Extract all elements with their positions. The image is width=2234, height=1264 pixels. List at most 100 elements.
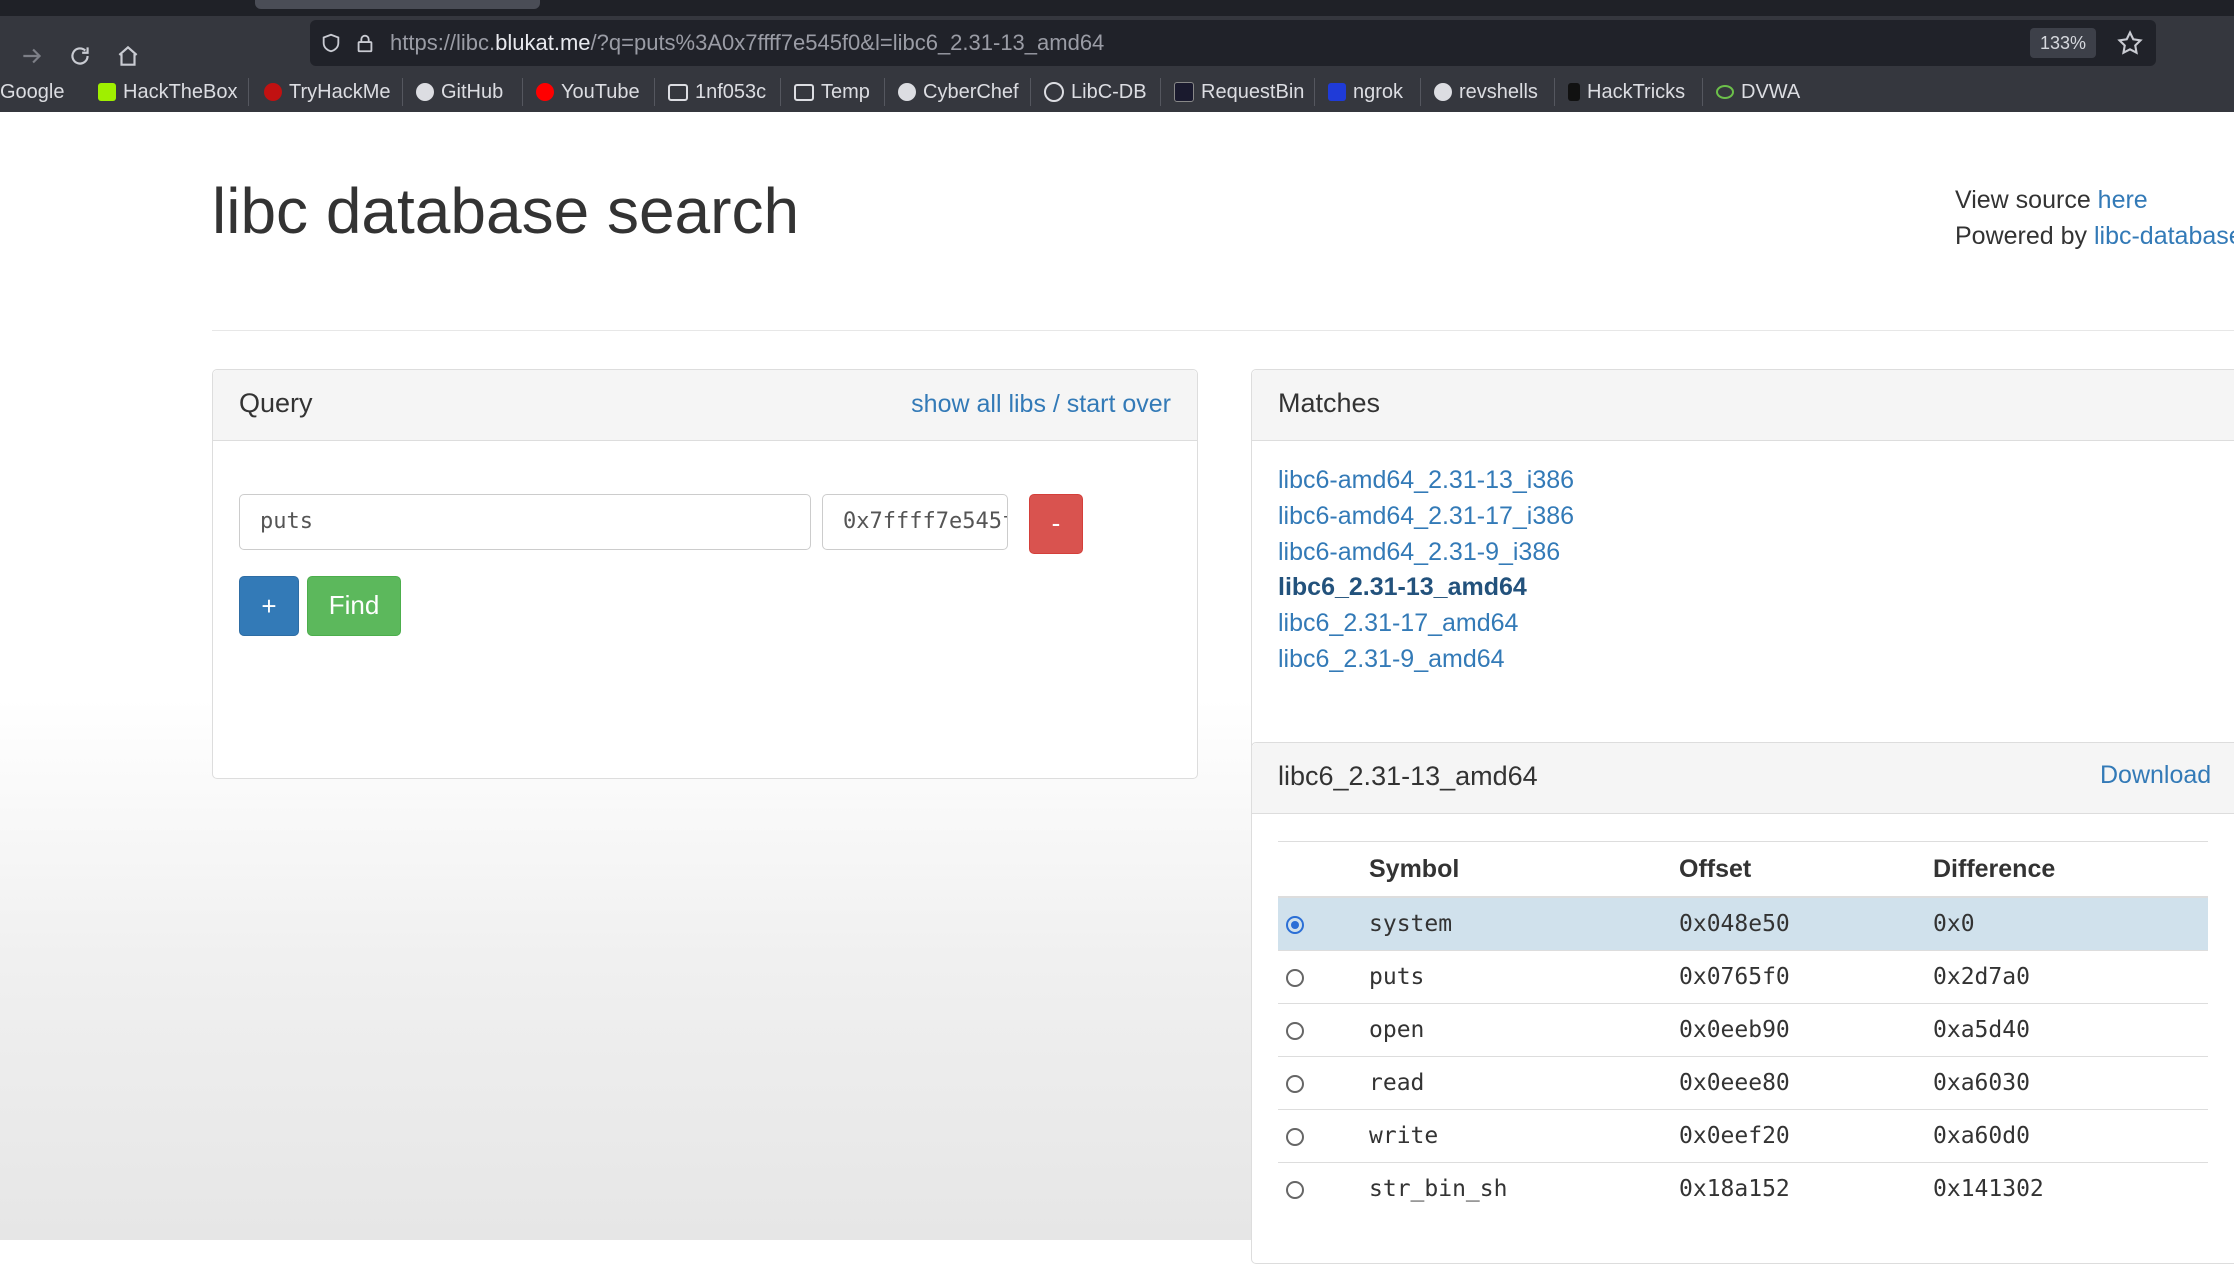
forward-arrow-icon[interactable] (14, 38, 50, 74)
symbol-column-header[interactable]: Symbol (1369, 841, 1679, 898)
row-radio[interactable] (1278, 1003, 1369, 1057)
table-row[interactable]: system 0x048e50 0x0 (1278, 896, 2208, 951)
skull-icon (1434, 83, 1452, 101)
ngrok-icon (1328, 83, 1346, 101)
tryhackme-icon (264, 83, 282, 101)
table-row[interactable]: str_bin_sh 0x18a152 0x141302 (1278, 1162, 2208, 1215)
home-icon[interactable] (110, 38, 146, 74)
find-button[interactable]: Find (307, 576, 401, 636)
remove-row-button[interactable]: - (1029, 494, 1083, 554)
github-icon (416, 83, 434, 101)
bookmark-youtube[interactable]: YouTube (536, 78, 640, 106)
match-link[interactable]: libc6_2.31-9_amd64 (1278, 645, 1505, 674)
separator (1314, 78, 1315, 106)
difference-cell: 0x2d7a0 (1933, 950, 2208, 1004)
bookmark-ngrok[interactable]: ngrok (1328, 78, 1403, 106)
match-link[interactable]: libc6-amd64_2.31-13_i386 (1278, 466, 1574, 495)
bookmark-folder-1nf053c[interactable]: 1nf053c (668, 78, 766, 106)
radio-button[interactable] (1286, 1021, 1304, 1040)
address-input[interactable]: 0x7ffff7e545f0 (822, 494, 1008, 550)
matches-panel-header: Matches (1252, 370, 2234, 441)
difference-cell: 0xa60d0 (1933, 1109, 2208, 1163)
match-link[interactable]: libc6_2.31-17_amd64 (1278, 609, 1518, 638)
row-radio[interactable] (1278, 896, 1369, 951)
bookmark-cyberchef[interactable]: CyberChef (898, 78, 1019, 106)
offset-cell: 0x048e50 (1679, 896, 1933, 951)
download-link[interactable]: Download (2100, 761, 2211, 790)
row-radio[interactable] (1278, 1109, 1369, 1163)
separator (884, 78, 885, 106)
add-row-button[interactable]: + (239, 576, 299, 636)
table-row[interactable]: puts 0x0765f0 0x2d7a0 (1278, 950, 2208, 1004)
view-source-link[interactable]: here (2098, 186, 2148, 214)
query-title: Query (239, 388, 313, 418)
divider (212, 330, 2234, 331)
libc-detail-panel: libc6_2.31-13_amd64 Download Symbol Offs… (1251, 742, 2234, 1264)
shield-icon[interactable] (320, 32, 342, 54)
bookmark-revshells[interactable]: revshells (1434, 78, 1538, 106)
table-row[interactable]: open 0x0eeb90 0xa5d40 (1278, 1003, 2208, 1057)
bookmark-tryhackme[interactable]: TryHackMe (264, 78, 390, 106)
offset-column-header[interactable]: Offset (1679, 841, 1933, 898)
folder-icon (794, 83, 814, 101)
libc-database-link[interactable]: libc-database (2094, 222, 2234, 250)
row-radio[interactable] (1278, 1162, 1369, 1215)
query-actions: show all libs / start over (911, 390, 1171, 419)
dvwa-icon (1716, 85, 1734, 99)
show-all-libs-link[interactable]: show all libs (911, 390, 1046, 418)
separator (1702, 78, 1703, 106)
start-over-link[interactable]: start over (1067, 390, 1171, 418)
radio-button[interactable] (1286, 1127, 1304, 1146)
separator (402, 78, 403, 106)
difference-cell: 0x0 (1933, 896, 2208, 951)
globe-icon (1044, 82, 1064, 102)
symbol-cell: open (1369, 1003, 1679, 1057)
radio-button[interactable] (1286, 915, 1304, 934)
symbol-name-input[interactable]: puts (239, 494, 811, 550)
separator (1030, 78, 1031, 106)
symbol-cell: write (1369, 1109, 1679, 1163)
bookmark-folder-temp[interactable]: Temp (794, 78, 870, 106)
bookmark-google[interactable]: Google (0, 78, 65, 106)
page-content: libc database search View source here Po… (0, 112, 2234, 1264)
table-row[interactable]: write 0x0eef20 0xa60d0 (1278, 1109, 2208, 1163)
active-tab[interactable] (255, 0, 540, 9)
bookmark-github[interactable]: GitHub (416, 78, 503, 106)
row-radio[interactable] (1278, 1056, 1369, 1110)
radio-button[interactable] (1286, 1180, 1304, 1199)
query-panel-header: Query show all libs / start over (213, 370, 1197, 441)
matches-title: Matches (1278, 388, 1381, 418)
folder-icon (668, 83, 688, 101)
separator (248, 78, 249, 106)
bookmark-hacktricks[interactable]: HackTricks (1568, 78, 1685, 106)
bookmarks-bar: Google HackTheBox TryHackMe GitHub YouTu… (0, 72, 2234, 113)
table-row[interactable]: read 0x0eee80 0xa6030 (1278, 1056, 2208, 1110)
table-header-row: Symbol Offset Difference (1278, 841, 2208, 898)
symbol-cell: system (1369, 896, 1679, 951)
bookmark-libc-db[interactable]: LibC-DB (1044, 78, 1147, 106)
symbol-cell: str_bin_sh (1369, 1162, 1679, 1215)
match-link-active[interactable]: libc6_2.31-13_amd64 (1278, 573, 1527, 602)
match-link[interactable]: libc6-amd64_2.31-9_i386 (1278, 538, 1560, 567)
radio-button[interactable] (1286, 968, 1304, 987)
row-radio[interactable] (1278, 950, 1369, 1004)
query-panel: Query show all libs / start over puts 0x… (212, 369, 1198, 779)
bookmark-star-icon[interactable] (2116, 29, 2144, 57)
requestbin-icon (1174, 82, 1194, 102)
bookmark-dvwa[interactable]: DVWA (1716, 78, 1800, 106)
bookmark-requestbin[interactable]: RequestBin (1174, 78, 1304, 106)
url-text[interactable]: https://libc.blukat.me/?q=puts%3A0x7ffff… (390, 30, 1104, 56)
offset-cell: 0x0eee80 (1679, 1056, 1933, 1110)
match-link[interactable]: libc6-amd64_2.31-17_i386 (1278, 502, 1574, 531)
offset-cell: 0x0eeb90 (1679, 1003, 1933, 1057)
youtube-icon (536, 83, 554, 101)
zoom-indicator[interactable]: 133% (2029, 28, 2096, 58)
radio-button[interactable] (1286, 1074, 1304, 1093)
separator (654, 78, 655, 106)
difference-column-header[interactable]: Difference (1933, 841, 2208, 898)
view-source-label: View source (1955, 186, 2098, 214)
bookmark-hackthebox[interactable]: HackTheBox (98, 78, 238, 106)
reload-icon[interactable] (62, 38, 98, 74)
lock-icon[interactable] (354, 32, 376, 54)
address-bar[interactable]: https://libc.blukat.me/?q=puts%3A0x7ffff… (310, 20, 2156, 66)
